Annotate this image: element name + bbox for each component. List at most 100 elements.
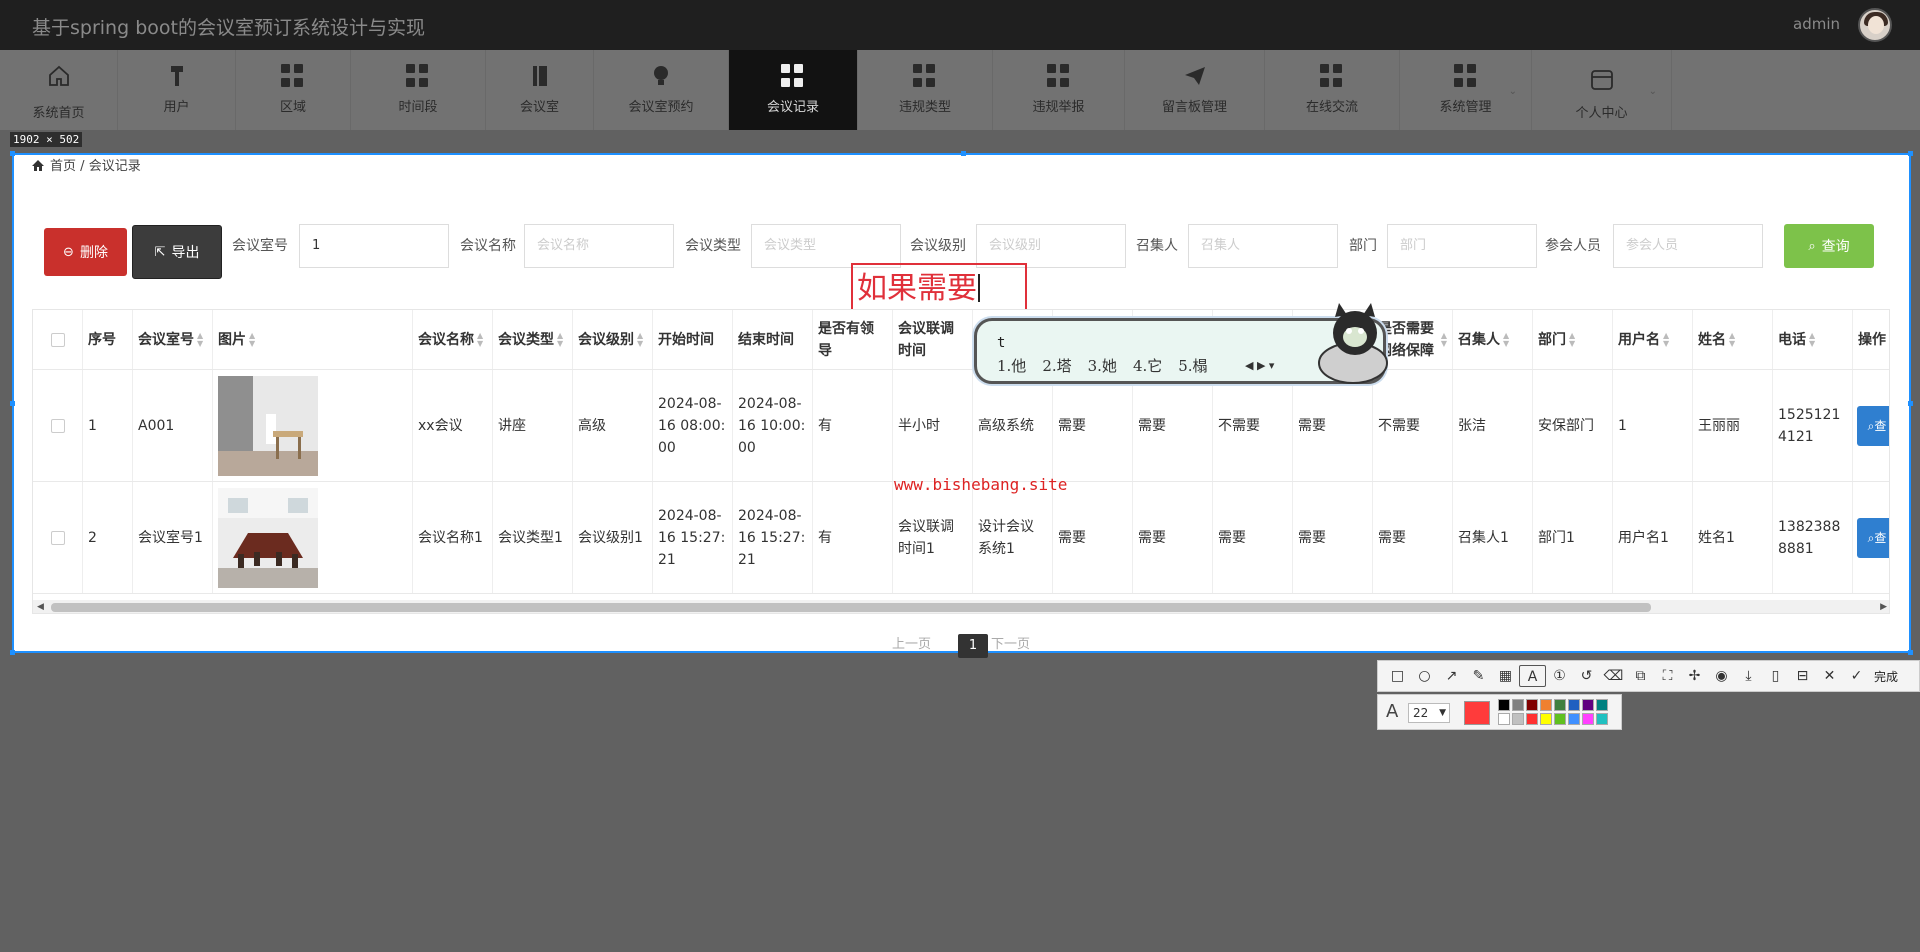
ime-candidate[interactable]: 5.榻 (1178, 355, 1207, 376)
current-color-swatch[interactable] (1464, 701, 1490, 725)
col-leader[interactable]: 是否有领导 (813, 310, 893, 369)
col-type[interactable]: 会议类型 ▲ ▼ (493, 310, 573, 369)
resize-handle[interactable] (10, 401, 15, 406)
pen-tool-icon[interactable]: ✎ (1465, 665, 1492, 687)
table-row[interactable]: 1 A001 xx会议 讲座 高级 2024-08-16 08:00:00 20… (33, 370, 1889, 482)
nav-item-profile[interactable]: 个人中心 ⌄ (1532, 50, 1672, 130)
color-swatch[interactable] (1526, 699, 1538, 711)
avatar[interactable] (1858, 8, 1892, 42)
delete-button[interactable]: ⊖ 删除 (44, 228, 127, 276)
page-number-current[interactable]: 1 (958, 634, 988, 658)
col-end[interactable]: 结束时间 (733, 310, 813, 369)
horizontal-scrollbar[interactable]: ◀ ▶ (33, 600, 1889, 613)
resize-handle[interactable] (1908, 401, 1913, 406)
scrollbar-thumb[interactable] (51, 603, 1651, 612)
check-icon[interactable]: ✓ (1843, 665, 1870, 687)
resize-handle[interactable] (10, 151, 15, 156)
scroll-capture-icon[interactable]: ⛶ (1654, 665, 1681, 687)
resize-handle[interactable] (1908, 151, 1913, 156)
nav-item-records[interactable]: 会议记录 (729, 50, 858, 130)
nav-item-violation-report[interactable]: 违规举报 (993, 50, 1125, 130)
mosaic-tool-icon[interactable]: ▦ (1492, 665, 1519, 687)
breadcrumb-home[interactable]: 首页 (50, 159, 76, 174)
ime-candidate[interactable]: 2.塔 (1042, 355, 1071, 376)
done-button[interactable]: 完成 (1874, 668, 1898, 685)
attendees-input[interactable]: 参会人员 (1613, 224, 1763, 268)
room-no-input[interactable]: 1 (299, 224, 449, 268)
number-tool-icon[interactable]: ① (1546, 665, 1573, 687)
font-size-select[interactable]: 22 ▼ (1408, 703, 1450, 723)
ellipse-tool-icon[interactable]: ○ (1411, 665, 1438, 687)
eraser-tool-icon[interactable]: ⌫ (1600, 665, 1627, 687)
color-swatch[interactable] (1596, 699, 1608, 711)
row-checkbox[interactable] (50, 530, 65, 545)
text-tool-icon[interactable]: A (1519, 665, 1546, 687)
row-checkbox[interactable] (50, 418, 65, 433)
color-swatch[interactable] (1582, 699, 1594, 711)
color-swatch[interactable] (1498, 699, 1510, 711)
nav-item-chat[interactable]: 在线交流 (1265, 50, 1400, 130)
nav-item-system[interactable]: 系统管理 ⌄ (1400, 50, 1532, 130)
export-button[interactable]: ⇱ 导出 (132, 225, 222, 279)
view-button[interactable]: ⌕ 查 (1857, 406, 1889, 446)
resize-handle[interactable] (1908, 650, 1913, 655)
color-swatch[interactable] (1498, 713, 1510, 725)
col-image[interactable]: 图片 ▲ ▼ (213, 310, 413, 369)
col-username[interactable]: 用户名 ▲ ▼ (1613, 310, 1693, 369)
resize-handle[interactable] (961, 151, 966, 156)
color-swatch[interactable] (1554, 699, 1566, 711)
next-page-link[interactable]: 下一页 (991, 633, 1030, 652)
ime-page-arrows[interactable]: ◀ ▶ ▾ (1245, 359, 1274, 372)
select-all-checkbox[interactable] (50, 332, 65, 347)
color-swatch[interactable] (1512, 699, 1524, 711)
scroll-right-icon[interactable]: ▶ (1880, 600, 1887, 613)
col-room-no[interactable]: 会议室号 ▲ ▼ (133, 310, 213, 369)
download-icon[interactable]: ⤓ (1735, 665, 1762, 687)
text-annotation[interactable]: 如果需要 (851, 263, 1027, 315)
room-photo[interactable] (218, 375, 318, 476)
col-convener[interactable]: 召集人 ▲ ▼ (1453, 310, 1533, 369)
nav-item-user[interactable]: 用户 (118, 50, 236, 130)
nav-item-violation-type[interactable]: 违规类型 (858, 50, 993, 130)
col-seq[interactable]: 序号 (83, 310, 133, 369)
level-input[interactable]: 会议级别 (976, 224, 1126, 268)
pin-icon[interactable]: ✢ (1681, 665, 1708, 687)
col-name[interactable]: 会议名称 ▲ ▼ (413, 310, 493, 369)
color-swatch[interactable] (1568, 713, 1580, 725)
nav-item-region[interactable]: 区域 (236, 50, 351, 130)
record-icon[interactable]: ◉ (1708, 665, 1735, 687)
nav-item-messages[interactable]: 留言板管理 (1125, 50, 1265, 130)
type-input[interactable]: 会议类型 (751, 224, 901, 268)
ime-candidate[interactable]: 4.它 (1133, 355, 1162, 376)
ime-candidate[interactable]: 3.她 (1088, 355, 1117, 376)
ocr-tool-icon[interactable]: ⧉ (1627, 665, 1654, 687)
table-row[interactable]: 2 会议室号1 会议名称1 会议类型1 会议级别1 2024-08-16 15:… (33, 482, 1889, 594)
col-dept[interactable]: 部门 ▲ ▼ (1533, 310, 1613, 369)
nav-item-room[interactable]: 会议室 (486, 50, 594, 130)
room-photo[interactable] (218, 487, 318, 588)
color-swatch[interactable] (1526, 713, 1538, 725)
scroll-left-icon[interactable]: ◀ (37, 600, 44, 613)
color-swatch[interactable] (1540, 713, 1552, 725)
color-swatch[interactable] (1512, 713, 1524, 725)
color-swatch[interactable] (1582, 713, 1594, 725)
dept-input[interactable]: 部门 (1387, 224, 1537, 268)
bookmark-icon[interactable]: ⊟ (1789, 665, 1816, 687)
rectangle-tool-icon[interactable]: □ (1384, 665, 1411, 687)
phone-icon[interactable]: ▯ (1762, 665, 1789, 687)
close-icon[interactable]: ✕ (1816, 665, 1843, 687)
col-start[interactable]: 开始时间 (653, 310, 733, 369)
color-swatch[interactable] (1540, 699, 1552, 711)
arrow-tool-icon[interactable]: ↗ (1438, 665, 1465, 687)
undo-icon[interactable]: ↺ (1573, 665, 1600, 687)
col-coord[interactable]: 会议联调时间 (893, 310, 973, 369)
col-realname[interactable]: 姓名 ▲ ▼ (1693, 310, 1773, 369)
nav-item-booking[interactable]: 会议室预约 (594, 50, 729, 130)
color-swatch[interactable] (1596, 713, 1608, 725)
color-swatch[interactable] (1568, 699, 1580, 711)
color-swatch[interactable] (1554, 713, 1566, 725)
nav-item-timeslot[interactable]: 时间段 (351, 50, 486, 130)
name-input[interactable]: 会议名称 (524, 224, 674, 268)
resize-handle[interactable] (10, 650, 15, 655)
col-phone[interactable]: 电话 ▲ ▼ (1773, 310, 1853, 369)
